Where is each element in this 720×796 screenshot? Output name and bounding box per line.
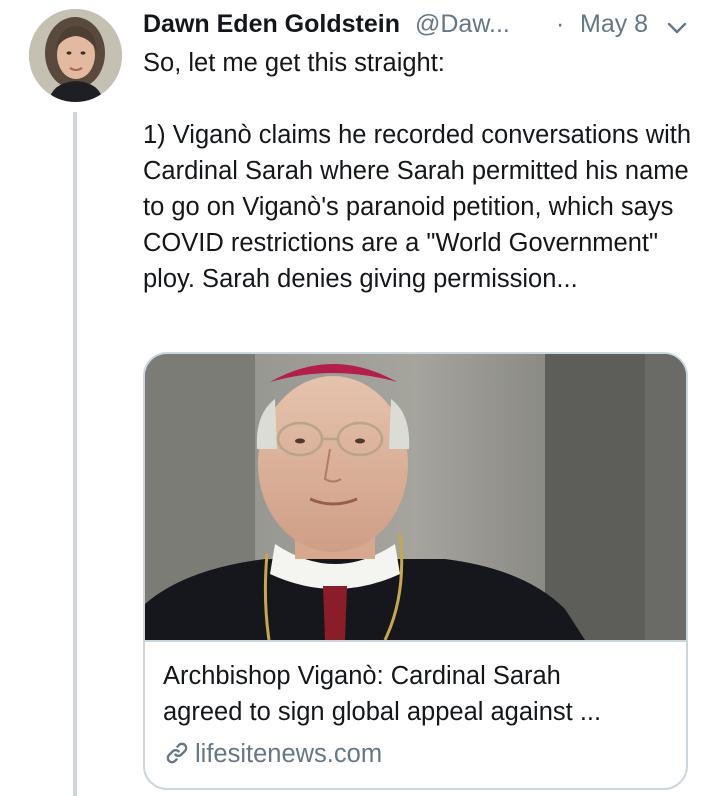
link-icon	[166, 742, 188, 764]
chevron-down-icon[interactable]	[665, 14, 689, 38]
tweet-date[interactable]: May 8	[580, 6, 648, 42]
tweet-header: Dawn Eden Goldstein @Daw... · May 8	[143, 6, 703, 42]
tweet-text-body: 1) Viganò claims he recorded conversatio…	[143, 121, 692, 293]
avatar-photo	[29, 9, 122, 102]
card-title-line-2: agreed to sign global appeal against ...	[163, 698, 602, 726]
card-image[interactable]	[145, 354, 686, 642]
link-preview-card[interactable]: Archbishop Viganò: Cardinal Sarah agreed…	[143, 352, 688, 790]
tweet-text-intro: So, let me get this straight:	[143, 49, 445, 77]
card-title[interactable]: Archbishop Viganò: Cardinal Sarah agreed…	[163, 658, 668, 730]
author-handle[interactable]: @Daw...	[415, 6, 510, 42]
tweet-text: So, let me get this straight: 1) Viganò …	[143, 45, 703, 297]
author-name[interactable]: Dawn Eden Goldstein	[143, 6, 400, 42]
card-domain-text: lifesitenews.com	[195, 740, 383, 768]
avatar[interactable]	[29, 9, 122, 102]
thread-line	[73, 112, 77, 796]
card-photo	[145, 354, 686, 640]
separator-dot: ·	[556, 10, 565, 38]
tweet: Dawn Eden Goldstein @Daw... · May 8 So, …	[0, 0, 720, 796]
card-domain[interactable]: lifesitenews.com	[163, 736, 382, 772]
card-title-line-1: Archbishop Viganò: Cardinal Sarah	[163, 662, 561, 690]
